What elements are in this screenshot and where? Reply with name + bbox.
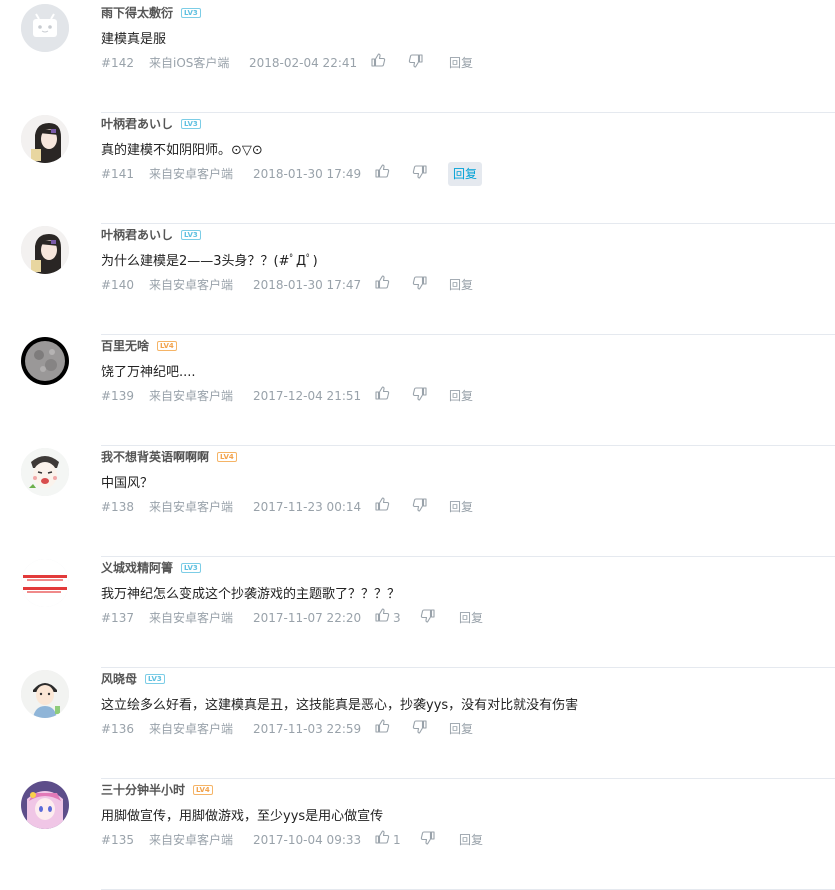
username-text[interactable]: 风晓母 (101, 672, 137, 686)
reply-button[interactable]: 回复 (444, 54, 478, 72)
like-icon[interactable] (374, 274, 390, 290)
comment-text: 饶了万神纪吧.... (101, 365, 196, 380)
level-badge: LV4 (157, 341, 177, 351)
avatar[interactable] (21, 115, 69, 163)
dislike-icon[interactable] (408, 53, 424, 69)
level-badge: LV3 (145, 674, 165, 684)
floor-number: #136 (101, 722, 134, 736)
level-badge: LV3 (181, 230, 201, 240)
source-label: 来自安卓客户端 (149, 167, 234, 181)
username[interactable]: 我不想背英语啊啊啊 LV4 (101, 448, 237, 465)
avatar[interactable] (21, 559, 69, 607)
reply-button[interactable]: 回复 (444, 720, 478, 738)
like-icon[interactable] (374, 607, 390, 623)
reply-button[interactable]: 回复 (444, 387, 478, 405)
comment-item: 叶柄君あいし LV3 真的建模不如阴阳师。⊙▽⊙ #141 来自安卓客户端 201… (0, 113, 835, 224)
source-label: 来自安卓客户端 (149, 500, 234, 514)
floor-number: #139 (101, 389, 134, 403)
comment-text: 真的建模不如阴阳师。⊙▽⊙ (101, 143, 263, 158)
timestamp: 2017-11-07 22:20 (253, 611, 362, 625)
avatar[interactable] (21, 337, 69, 385)
dislike-icon[interactable] (412, 497, 428, 513)
username-text[interactable]: 三十分钟半小时 (101, 783, 185, 797)
source-label: 来自安卓客户端 (149, 722, 234, 736)
level-badge: LV3 (181, 563, 201, 573)
username-text[interactable]: 我不想背英语啊啊啊 (101, 450, 209, 464)
timestamp: 2017-10-04 09:33 (253, 833, 362, 847)
like-count: 1 (393, 833, 401, 847)
avatar[interactable] (21, 781, 69, 829)
username[interactable]: 叶柄君あいし LV3 (101, 226, 201, 243)
username[interactable]: 风晓母 LV3 (101, 670, 165, 687)
like-icon[interactable] (374, 163, 390, 179)
floor-number: #135 (101, 833, 134, 847)
username-text[interactable]: 叶柄君あいし (101, 117, 173, 131)
like-icon[interactable] (370, 52, 386, 68)
dislike-icon[interactable] (420, 608, 436, 624)
comment-text: 中国风？ (101, 476, 154, 491)
username[interactable]: 义城戏精阿箐 LV3 (101, 559, 201, 576)
comment-item: 百里无啥 LV4 饶了万神纪吧.... #139 来自安卓客户端 2017-12-… (0, 335, 835, 446)
username-text[interactable]: 雨下得太敷衍 (101, 6, 173, 20)
comment-item: 义城戏精阿箐 LV3 我万神纪怎么变成这个抄袭游戏的主题歌了？？？？ #137 来… (0, 557, 835, 668)
timestamp: 2018-01-30 17:49 (253, 167, 362, 181)
floor-number: #141 (101, 167, 134, 181)
level-badge: LV4 (217, 452, 237, 462)
reply-button[interactable]: 回复 (454, 831, 488, 849)
dislike-icon[interactable] (412, 275, 428, 291)
username[interactable]: 三十分钟半小时 LV4 (101, 781, 213, 798)
timestamp: 2017-12-04 21:51 (253, 389, 362, 403)
comment-item: 三十分钟半小时 LV4 用脚做宣传，用脚做游戏，至少yys是用心做宣传 #135 … (0, 779, 835, 890)
avatar[interactable] (21, 670, 69, 718)
username-text[interactable]: 百里无啥 (101, 339, 149, 353)
source-label: 来自安卓客户端 (149, 389, 234, 403)
level-badge: LV4 (193, 785, 213, 795)
reply-button[interactable]: 回复 (444, 498, 478, 516)
floor-number: #140 (101, 278, 134, 292)
timestamp: 2018-02-04 22:41 (249, 56, 358, 70)
source-label: 来自iOS客户端 (149, 56, 230, 70)
level-badge: LV3 (181, 8, 201, 18)
comment-item: 叶柄君あいし LV3 为什么建模是2——3头身？？(#ﾟДﾟ) #140 来自安卓… (0, 224, 835, 335)
username[interactable]: 雨下得太敷衍 LV3 (101, 4, 201, 21)
dislike-icon[interactable] (412, 719, 428, 735)
timestamp: 2017-11-03 22:59 (253, 722, 362, 736)
username-text[interactable]: 义城戏精阿箐 (101, 561, 173, 575)
like-icon[interactable] (374, 718, 390, 734)
reply-button[interactable]: 回复 (444, 276, 478, 294)
avatar[interactable] (21, 226, 69, 274)
reply-button[interactable]: 回复 (448, 162, 483, 186)
username[interactable]: 百里无啥 LV4 (101, 337, 177, 354)
comment-text: 我万神纪怎么变成这个抄袭游戏的主题歌了？？？？ (101, 587, 401, 602)
comment-item: 我不想背英语啊啊啊 LV4 中国风？ #138 来自安卓客户端 2017-11-2… (0, 446, 835, 557)
dislike-icon[interactable] (412, 386, 428, 402)
like-icon[interactable] (374, 829, 390, 845)
floor-number: #137 (101, 611, 134, 625)
source-label: 来自安卓客户端 (149, 278, 234, 292)
like-icon[interactable] (374, 385, 390, 401)
timestamp: 2017-11-23 00:14 (253, 500, 362, 514)
level-badge: LV3 (181, 119, 201, 129)
dislike-icon[interactable] (420, 830, 436, 846)
comment-item: 风晓母 LV3 这立绘多么好看，这建模真是丑，这技能真是恶心，抄袭yys，没有对比… (0, 668, 835, 779)
comment-item: 雨下得太敷衍 LV3 建模真是服 #142 来自iOS客户端 2018-02-04… (0, 2, 835, 113)
username-text[interactable]: 叶柄君あいし (101, 228, 173, 242)
timestamp: 2018-01-30 17:47 (253, 278, 362, 292)
username[interactable]: 叶柄君あいし LV3 (101, 115, 201, 132)
like-count: 3 (393, 611, 401, 625)
avatar[interactable] (21, 448, 69, 496)
floor-number: #138 (101, 500, 134, 514)
like-icon[interactable] (374, 496, 390, 512)
comment-text: 为什么建模是2——3头身？？(#ﾟДﾟ) (101, 254, 318, 269)
source-label: 来自安卓客户端 (149, 611, 234, 625)
comment-text: 这立绘多么好看，这建模真是丑，这技能真是恶心，抄袭yys，没有对比就没有伤害 (101, 698, 579, 713)
floor-number: #142 (101, 56, 134, 70)
source-label: 来自安卓客户端 (149, 833, 234, 847)
reply-button[interactable]: 回复 (454, 609, 488, 627)
avatar[interactable] (21, 4, 69, 52)
comment-text: 建模真是服 (101, 32, 167, 47)
comment-text: 用脚做宣传，用脚做游戏，至少yys是用心做宣传 (101, 809, 384, 824)
dislike-icon[interactable] (412, 164, 428, 180)
